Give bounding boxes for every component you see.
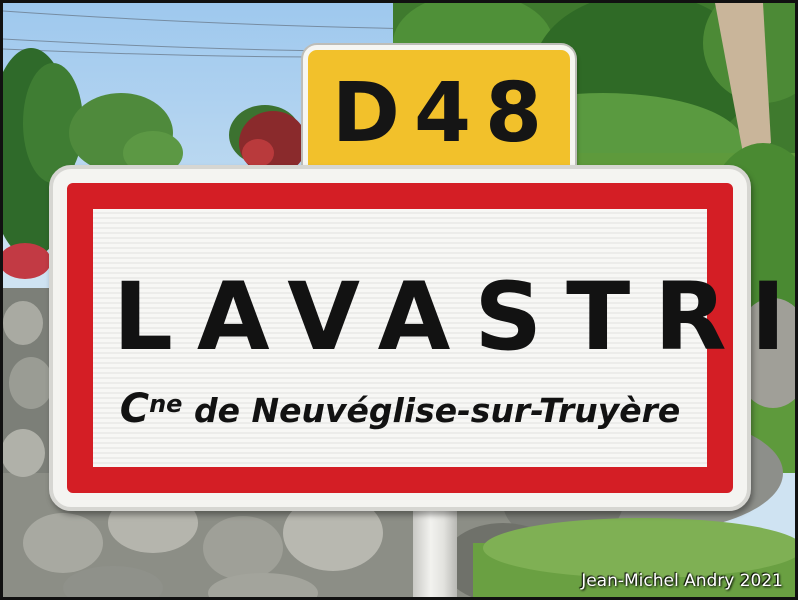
commune-prefix: C <box>119 386 150 432</box>
town-name: LAVASTRIE <box>113 263 795 372</box>
commune-name: de Neuvéglise-sur-Truyère <box>182 391 681 430</box>
town-entry-sign: LAVASTRIE Cne de Neuvéglise-sur-Truyère <box>49 165 795 511</box>
photo-credit: Jean-Michel Andry 2021 <box>581 571 783 591</box>
route-number-sign: D48 <box>303 45 575 183</box>
commune-prefix-superscript: ne <box>149 390 183 418</box>
route-number: D48 <box>331 66 557 161</box>
town-sign-red-border: LAVASTRIE Cne de Neuvéglise-sur-Truyère <box>67 183 795 493</box>
commune-line: Cne de Neuvéglise-sur-Truyère <box>93 389 707 429</box>
photo-frame: D48 LAVASTRIE Cne de Neuvéglise-sur-Truy… <box>0 0 798 600</box>
